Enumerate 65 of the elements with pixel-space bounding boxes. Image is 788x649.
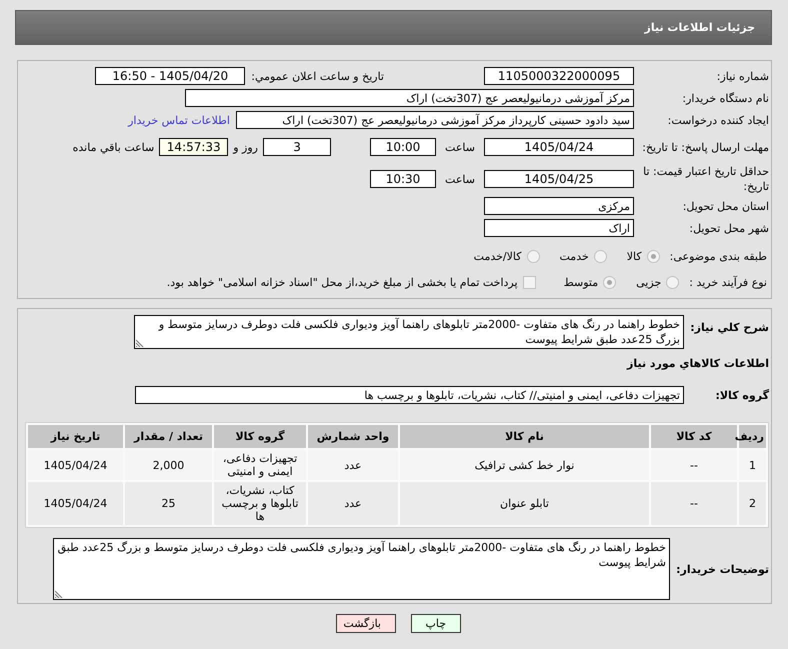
countdown-field: 14:57:33: [159, 138, 228, 156]
radio-label: خدمت: [560, 250, 589, 262]
input-field[interactable]: 1405/04/25: [484, 170, 634, 188]
print-button[interactable]: چاپ: [411, 614, 461, 633]
table-cell: عدد: [308, 450, 398, 480]
field-label: ساعت باقي مانده: [72, 140, 154, 154]
table-cell: 1: [739, 450, 766, 480]
field-label: نوع فرآیند خرید :: [689, 276, 767, 288]
field-label: شماره نیاز:: [716, 68, 769, 84]
table-cell: --: [651, 482, 737, 525]
input-field[interactable]: 10:30: [370, 170, 436, 188]
column-header: تاریخ نیاز: [28, 425, 123, 448]
table-cell: 25: [125, 482, 212, 525]
field-label: شهر محل تحویل:: [688, 220, 769, 236]
input-field[interactable]: 1405/04/24: [484, 138, 634, 156]
table-cell: کتاب، نشریات، تابلوها و برچسب ها: [214, 482, 306, 525]
column-header: واحد شمارش: [308, 425, 398, 448]
back-button[interactable]: بازگشت: [336, 614, 396, 633]
checkbox-label: پرداخت تمام یا بخشی از مبلغ خرید،از محل "اسناد خزانه اسلامی" خواهد بود.: [166, 276, 518, 288]
description-field[interactable]: خطوط راهنما در رنگ های متفاوت -2000متر تابلوهای راهنما آویز ودیواری فلکسی فلت دوطرف درسایز متوسط و بزرگ 25عدد طبق شرایط پیوست: [134, 315, 684, 349]
column-header: تعداد / مقدار: [125, 425, 212, 448]
input-field[interactable]: سید دادود حسینی کارپرداز مرکز آموزشی درمانیولیعصر عج (307تخت) اراک: [236, 111, 634, 129]
radio-label: جزیی: [636, 276, 662, 288]
input-field[interactable]: تجهیزات دفاعی، ایمنی و امنیتی// کتاب، نشریات، تابلوها و برچسب ها: [135, 386, 684, 404]
table-cell: 1405/04/24: [28, 482, 123, 525]
radio-label: متوسط: [564, 276, 598, 288]
table-cell: نوار خط کشی ترافیک: [400, 450, 649, 480]
table-cell: 2,000: [125, 450, 212, 480]
contact-info-link[interactable]: اطلاعات تماس خریدار: [128, 114, 230, 126]
input-field[interactable]: مرکز آموزشی درمانیولیعصر عج (307تخت) اراک: [185, 89, 634, 107]
field-label: روز و: [233, 140, 258, 154]
radio-label: کالا: [626, 250, 642, 262]
field-label: شرح كلي نياز:: [689, 320, 769, 334]
field-label: نام دستگاه خریدار:: [681, 90, 769, 106]
column-header: نام کالا: [400, 425, 649, 448]
page-title: جزئیات اطلاعات نیاز: [644, 21, 755, 34]
field-label: طبقه بندی موضوعی:: [670, 250, 767, 262]
resize-grip-icon[interactable]: [136, 339, 144, 347]
field-label: ساعت: [444, 172, 476, 186]
table-cell: --: [651, 450, 737, 480]
input-field[interactable]: 1405/04/20 - 16:50: [95, 67, 246, 85]
buyer-notes-field[interactable]: خطوط راهنما در رنگ های متفاوت -2000متر تابلوهای راهنما آویز ودیواری فلکسی فلت دوطرف درسایز متوسط و بزرگ 25عدد طبق شرایط پیوست: [53, 538, 670, 600]
input-field[interactable]: اراک: [484, 219, 634, 237]
field-label: ساعت: [444, 140, 476, 154]
section-title: اطلاعات كالاهاي مورد نياز: [627, 357, 769, 370]
column-header: گروه کالا: [214, 425, 306, 448]
table-cell: 1405/04/24: [28, 450, 123, 480]
table-cell: 2: [739, 482, 766, 525]
input-field[interactable]: 1105000322000095: [484, 67, 634, 85]
input-field[interactable]: 3: [263, 138, 331, 156]
table-cell: تابلو عنوان: [400, 482, 649, 525]
radio-label: کالا/خدمت: [474, 250, 522, 262]
table-cell: تجهیزات دفاعی، ایمنی و امنیتی: [214, 450, 306, 480]
column-header: کد کالا: [651, 425, 737, 448]
field-label: استان محل تحویل:: [682, 198, 769, 214]
field-label: توضیحات خریدار:: [675, 562, 769, 576]
field-label: حداقل تاریخ اعتبار قیمت: تا تاریخ:: [642, 164, 769, 194]
field-label: ایجاد کننده درخواست:: [666, 112, 769, 128]
input-field[interactable]: 10:00: [370, 138, 436, 156]
field-label: تاریخ و ساعت اعلان عمومي:: [251, 70, 384, 82]
resize-grip-icon[interactable]: [55, 590, 63, 598]
field-label: گروه كالا:: [714, 388, 769, 402]
table-cell: عدد: [308, 482, 398, 525]
field-label: مهلت ارسال پاسخ: تا تاریخ:: [641, 140, 769, 154]
input-field[interactable]: مرکزی: [484, 197, 634, 215]
